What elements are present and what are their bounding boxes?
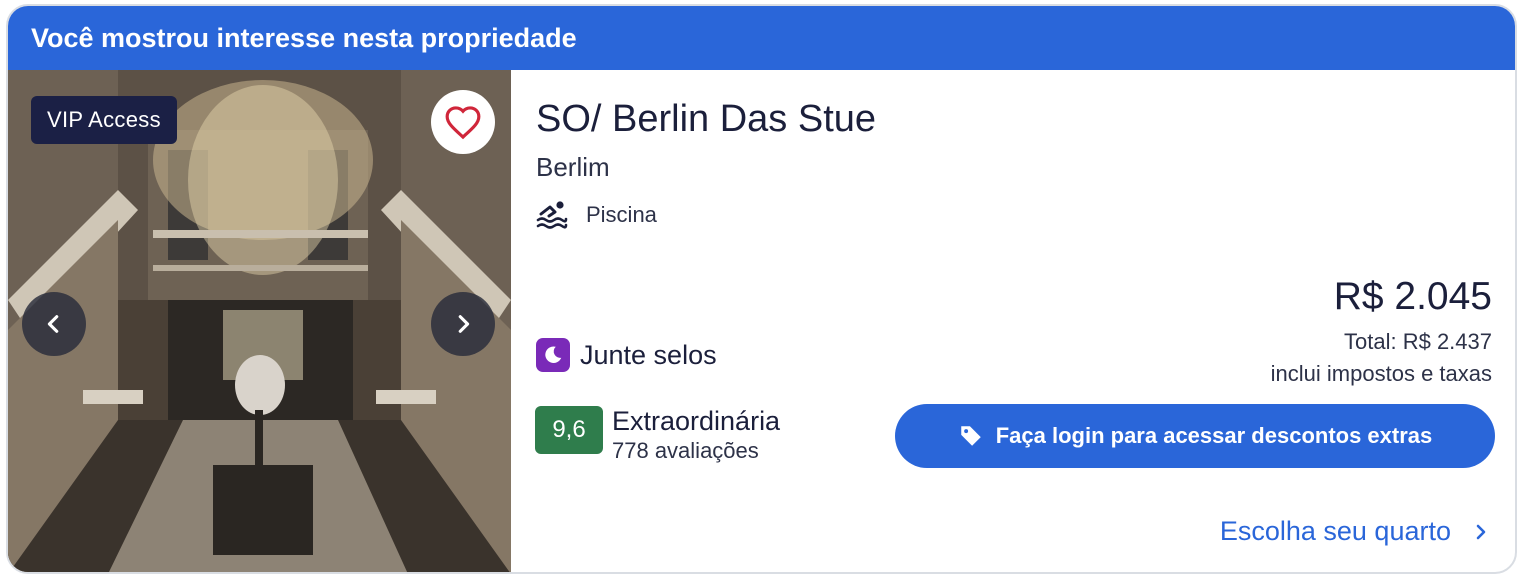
loyalty-stamps: Junte selos [536,338,717,372]
loyalty-label: Junte selos [580,339,717,370]
heart-icon [445,106,481,140]
swimming-pool-icon [536,201,568,229]
chevron-right-icon [1473,522,1489,542]
review-count: 778 avaliações [612,438,759,463]
rating-label: Extraordinária [612,406,781,436]
price-tag-icon [958,423,984,449]
favorite-button[interactable] [431,90,495,154]
rating-text: Extraordinária 778 avaliações [612,406,780,466]
chevron-right-icon [458,315,470,333]
moon-icon [536,338,570,372]
login-discounts-button[interactable]: Faça login para acessar descontos extras [895,404,1495,468]
amenity-label: Piscina [586,202,657,227]
choose-room-label: Escolha seu quarto [1219,516,1451,546]
rating-score-badge: 9,6 [535,406,603,454]
previous-photo-button[interactable] [22,292,86,356]
amenity-pool: Piscina [536,200,657,230]
price-block: R$ 2.045 Total: R$ 2.437 inclui impostos… [1271,274,1492,390]
choose-room-link[interactable]: Escolha seu quarto [1220,516,1489,547]
next-photo-button[interactable] [431,292,495,356]
guest-rating: 9,6 Extraordinária 778 avaliações [535,406,780,466]
total-price: Total: R$ 2.437 [1344,329,1492,354]
vip-access-badge: VIP Access [31,96,177,144]
interest-banner: Você mostrou interesse nesta propriedade [8,6,1515,70]
login-button-label: Faça login para acessar descontos extras [995,423,1433,448]
price-note: inclui impostos e taxas [1270,361,1492,386]
hotel-city: Berlim [536,152,610,182]
hotel-name[interactable]: SO/ Berlin Das Stue [536,98,876,141]
chevron-left-icon [47,315,59,333]
property-card: Você mostrou interesse nesta propriedade [6,4,1517,574]
nightly-price: R$ 2.045 [1333,275,1492,318]
photo-gallery[interactable]: VIP Access [8,70,511,572]
